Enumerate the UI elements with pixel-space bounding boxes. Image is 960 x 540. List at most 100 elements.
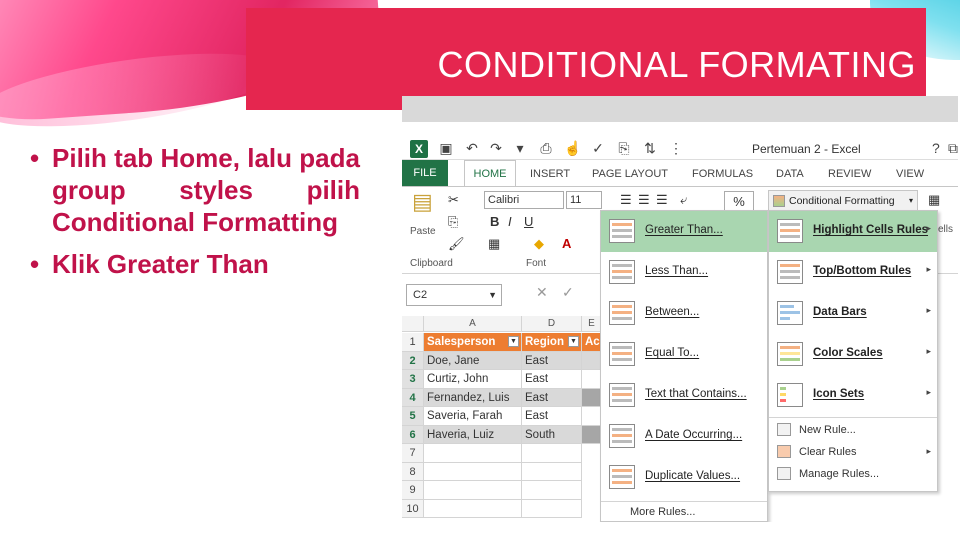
table-cell[interactable] xyxy=(582,351,602,370)
table-cell[interactable] xyxy=(582,388,602,407)
row-header[interactable]: 10 xyxy=(402,499,424,518)
copy-icon[interactable]: ⎘ xyxy=(448,214,458,230)
table-cell[interactable]: Fernandez, Luis xyxy=(424,388,522,407)
menu-item-greater-than[interactable]: Greater Than... xyxy=(601,211,767,252)
touch-mode-icon[interactable]: ☝ xyxy=(564,140,581,156)
menu-item-date-occurring[interactable]: A Date Occurring... xyxy=(601,416,767,457)
empty-cell[interactable] xyxy=(424,499,522,518)
tab-formulas[interactable]: FORMULAS xyxy=(692,168,753,180)
undo-icon[interactable]: ↶ xyxy=(464,140,480,156)
menu-item-icon-sets[interactable]: Icon Sets ▸ xyxy=(769,375,937,416)
row-header[interactable]: 4 xyxy=(402,388,424,407)
font-name-select[interactable]: Calibri xyxy=(484,191,564,209)
italic-icon[interactable]: I xyxy=(508,214,512,230)
cut-icon[interactable]: ✂ xyxy=(448,192,459,208)
row-header[interactable]: 2 xyxy=(402,351,424,370)
tab-home[interactable]: HOME xyxy=(464,160,516,187)
menu-item-manage-rules[interactable]: Manage Rules... xyxy=(769,463,937,485)
tab-file[interactable]: FILE xyxy=(402,160,448,186)
menu-item-duplicate-values[interactable]: Duplicate Values... xyxy=(601,457,767,498)
menu-item-data-bars[interactable]: Data Bars ▸ xyxy=(769,293,937,334)
sort-ascending-icon[interactable]: ⇅ xyxy=(642,140,658,156)
menu-item-between[interactable]: Between... xyxy=(601,293,767,334)
wrap-text-icon[interactable]: ⤶ xyxy=(680,192,687,208)
menu-item-clear-rules[interactable]: Clear Rules ▸ xyxy=(769,441,937,463)
row-header[interactable]: 3 xyxy=(402,370,424,389)
table-cell[interactable]: Saveria, Farah xyxy=(424,407,522,426)
save-icon[interactable]: ▣ xyxy=(438,140,454,156)
menu-item-new-rule[interactable]: New Rule... xyxy=(769,419,937,441)
help-icon[interactable]: ? xyxy=(932,140,940,156)
tab-view[interactable]: VIEW xyxy=(896,168,924,180)
redo-icon[interactable]: ↷ xyxy=(488,140,504,156)
tab-insert[interactable]: INSERT xyxy=(530,168,570,180)
table-cell[interactable] xyxy=(582,370,602,389)
align-middle-icon[interactable]: ☰ xyxy=(638,192,650,208)
table-cell[interactable] xyxy=(582,407,602,426)
table-header-cell[interactable]: Region ▼ xyxy=(522,333,582,352)
chevron-down-icon[interactable]: ▾ xyxy=(512,140,528,156)
table-cell[interactable]: East xyxy=(522,370,582,389)
table-cell[interactable]: East xyxy=(522,407,582,426)
clipboard-paste-icon[interactable]: ▤ xyxy=(412,191,433,213)
filter-dropdown-icon[interactable]: ▼ xyxy=(508,336,519,347)
column-header[interactable]: E xyxy=(582,316,602,332)
table-header-cell[interactable]: Ac xyxy=(582,333,602,352)
paste-button[interactable]: Paste xyxy=(410,226,436,237)
underline-icon[interactable]: U xyxy=(524,214,533,230)
print-preview-icon[interactable]: ⎙ xyxy=(538,140,554,156)
quick-print-icon[interactable]: ⎘ xyxy=(616,140,632,156)
align-top-icon[interactable]: ☰ xyxy=(620,192,632,208)
table-cell[interactable]: Curtiz, John xyxy=(424,370,522,389)
cells-insert-icon[interactable]: ▦ xyxy=(928,192,940,208)
tab-review[interactable]: REVIEW xyxy=(828,168,871,180)
restore-icon[interactable]: ⧉ xyxy=(948,140,958,157)
select-all-corner[interactable] xyxy=(402,316,424,332)
menu-item-color-scales[interactable]: Color Scales ▸ xyxy=(769,334,937,375)
filter-dropdown-icon[interactable]: ▼ xyxy=(568,336,579,347)
menu-item-highlight-cells-rules[interactable]: Highlight Cells Rules ▸ xyxy=(769,211,937,252)
empty-cell[interactable] xyxy=(522,499,582,518)
row-header[interactable]: 6 xyxy=(402,425,424,444)
menu-item-text-contains[interactable]: Text that Contains... xyxy=(601,375,767,416)
menu-item-equal-to[interactable]: Equal To... xyxy=(601,334,767,375)
empty-cell[interactable] xyxy=(522,444,582,463)
table-cell[interactable]: Haveria, Luiz xyxy=(424,425,522,444)
row-header[interactable]: 5 xyxy=(402,407,424,426)
borders-icon[interactable]: ▦ xyxy=(488,236,500,252)
name-box[interactable]: C2 ▼ xyxy=(406,284,502,306)
column-header[interactable]: A xyxy=(424,316,522,332)
table-cell[interactable]: East xyxy=(522,351,582,370)
enter-formula-icon[interactable]: ✓ xyxy=(562,284,574,301)
empty-cell[interactable] xyxy=(424,462,522,481)
tab-page-layout[interactable]: PAGE LAYOUT xyxy=(592,168,668,180)
empty-cell[interactable] xyxy=(522,481,582,500)
customize-qat-icon[interactable]: ⋮ xyxy=(668,140,684,156)
row-header[interactable]: 8 xyxy=(402,462,424,481)
tab-data[interactable]: DATA xyxy=(776,168,804,180)
table-cell[interactable]: Doe, Jane xyxy=(424,351,522,370)
font-color-icon[interactable]: A xyxy=(562,236,571,252)
row-header[interactable]: 7 xyxy=(402,444,424,463)
table-cell[interactable] xyxy=(582,425,602,444)
bold-icon[interactable]: B xyxy=(490,214,499,230)
column-header[interactable]: D xyxy=(522,316,582,332)
empty-cell[interactable] xyxy=(522,462,582,481)
menu-item-more-rules[interactable]: More Rules... xyxy=(630,506,695,518)
table-cell[interactable]: East xyxy=(522,388,582,407)
table-header-cell[interactable]: Salesperson ▼ xyxy=(424,333,522,352)
table-cell[interactable]: South xyxy=(522,425,582,444)
font-size-select[interactable]: 11 xyxy=(566,191,602,209)
format-painter-icon[interactable]: 🖌 xyxy=(448,236,465,252)
empty-cell[interactable] xyxy=(424,481,522,500)
menu-item-top-bottom-rules[interactable]: Top/Bottom Rules ▸ xyxy=(769,252,937,293)
conditional-formatting-button[interactable]: Conditional Formatting ▾ xyxy=(768,190,918,212)
empty-cell[interactable] xyxy=(424,444,522,463)
cancel-formula-icon[interactable]: ✕ xyxy=(536,284,548,301)
fill-color-icon[interactable]: ◆ xyxy=(534,236,544,252)
spelling-icon[interactable]: ✓ xyxy=(590,140,606,156)
row-header[interactable]: 9 xyxy=(402,481,424,500)
align-bottom-icon[interactable]: ☰ xyxy=(656,192,668,208)
menu-item-less-than[interactable]: Less Than... xyxy=(601,252,767,293)
row-header[interactable]: 1 xyxy=(402,333,424,352)
